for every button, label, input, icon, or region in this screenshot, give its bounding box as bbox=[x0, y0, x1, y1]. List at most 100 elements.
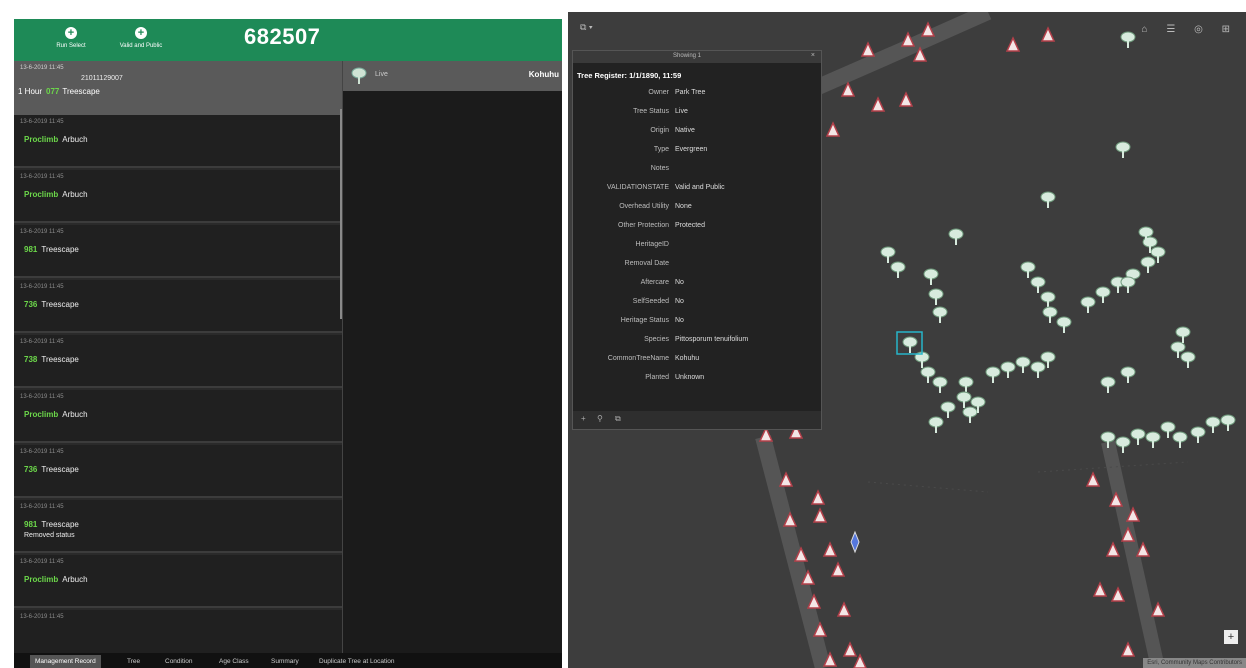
tree-marker-green[interactable] bbox=[928, 416, 944, 433]
tree-marker-red[interactable] bbox=[1085, 471, 1101, 487]
attribute-value: None bbox=[675, 203, 692, 210]
tree-marker-green[interactable] bbox=[1190, 426, 1206, 443]
close-icon[interactable]: × bbox=[811, 52, 815, 59]
search-icon[interactable]: ⚲ bbox=[597, 414, 603, 423]
detail-header[interactable]: Live Kohuhu bbox=[343, 61, 562, 91]
tree-marker-green[interactable] bbox=[1120, 276, 1136, 293]
tree-marker-green[interactable] bbox=[1205, 416, 1221, 433]
tree-marker-green[interactable] bbox=[985, 366, 1001, 383]
tree-marker-green[interactable] bbox=[940, 401, 956, 418]
record-item[interactable]: 13-6-2019 11:45 Proclimb Arbuch bbox=[14, 115, 342, 168]
tree-marker-red[interactable] bbox=[1092, 581, 1108, 597]
tree-marker-green[interactable] bbox=[1115, 436, 1131, 453]
record-note: Removed status bbox=[24, 532, 75, 539]
tab-management-record[interactable]: Management Record bbox=[30, 655, 101, 668]
tree-marker-red[interactable] bbox=[812, 507, 828, 523]
attribute-name: Aftercare bbox=[640, 279, 669, 286]
record-item[interactable]: 13-6-2019 11:45 981 Treescape Removed statu… bbox=[14, 500, 342, 553]
tree-marker-green[interactable] bbox=[1130, 428, 1146, 445]
tree-marker-red[interactable] bbox=[1150, 601, 1166, 617]
tree-marker-red[interactable] bbox=[1040, 26, 1056, 42]
tab-age-class[interactable]: Age Class bbox=[214, 655, 254, 668]
tree-marker-green[interactable] bbox=[928, 288, 944, 305]
tree-marker-green[interactable] bbox=[1042, 306, 1058, 323]
valid-public-button[interactable]: + Valid and Public bbox=[106, 25, 176, 57]
zoom-in-button[interactable]: + bbox=[1224, 630, 1238, 644]
tree-marker-red[interactable] bbox=[1105, 541, 1121, 557]
tab-summary[interactable]: Summary bbox=[266, 655, 304, 668]
tree-marker-green[interactable] bbox=[1145, 431, 1161, 448]
record-item[interactable]: 13-6-2019 11:45 736 Treescape bbox=[14, 280, 342, 333]
tree-marker-green[interactable] bbox=[948, 228, 964, 245]
tree-marker-green[interactable] bbox=[1100, 376, 1116, 393]
record-summary: Proclimb Arbuch bbox=[24, 135, 88, 144]
tree-marker-green[interactable] bbox=[1000, 361, 1016, 378]
tree-marker-green[interactable] bbox=[1015, 356, 1031, 373]
tree-marker-green[interactable] bbox=[1172, 431, 1188, 448]
map-view[interactable]: ⧉ ▾ ⌂ ☰ ◎ ⊞ Showing 1 × Tree Register: 1… bbox=[568, 12, 1246, 668]
tree-marker-red[interactable] bbox=[810, 489, 826, 505]
record-item[interactable]: 13-6-2019 11:45 736 Treescape bbox=[14, 445, 342, 498]
tab-tree[interactable]: Tree bbox=[122, 655, 145, 668]
tree-marker-green[interactable] bbox=[1020, 261, 1036, 278]
popup-attribute-row: Other Protection Protected bbox=[573, 222, 821, 234]
run-select-button[interactable]: + Run Select bbox=[36, 25, 106, 57]
tree-marker-green[interactable] bbox=[932, 376, 948, 393]
tree-marker-green[interactable] bbox=[932, 306, 948, 323]
tree-marker-green[interactable] bbox=[956, 391, 972, 408]
tree-marker-green[interactable] bbox=[1030, 276, 1046, 293]
tab-duplicate-tree-at-location[interactable]: Duplicate Tree at Location bbox=[314, 655, 400, 668]
current-record[interactable]: 13-6-2019 11:45 21011129007 1 Hour 077 Tre… bbox=[14, 61, 342, 115]
tree-marker-red[interactable] bbox=[853, 653, 867, 668]
tree-marker-red[interactable] bbox=[1110, 586, 1126, 602]
record-summary: 981 Treescape bbox=[24, 520, 79, 529]
record-timestamp: 13-6-2019 11:45 bbox=[20, 119, 64, 125]
tab-condition[interactable]: Condition bbox=[160, 655, 197, 668]
attribute-value: Kohuhu bbox=[675, 355, 700, 362]
tree-marker-green[interactable] bbox=[923, 268, 939, 285]
tree-marker-red[interactable] bbox=[836, 601, 852, 617]
record-item[interactable]: 13-6-2019 11:45 Proclimb Arbuch bbox=[14, 170, 342, 223]
tree-marker-green[interactable] bbox=[1120, 366, 1136, 383]
tree-marker-green[interactable] bbox=[890, 261, 906, 278]
popup-attribute-row: Origin Native bbox=[573, 127, 821, 139]
tree-marker-red[interactable] bbox=[870, 96, 886, 112]
record-item[interactable]: 13-6-2019 11:45 Proclimb Arbuch bbox=[14, 390, 342, 443]
tree-marker-red[interactable] bbox=[840, 81, 856, 97]
bottom-tab-bar: Management Record Tree Condition Age Class S… bbox=[14, 653, 562, 668]
tree-marker-green[interactable] bbox=[1115, 141, 1131, 158]
tree-marker-green[interactable] bbox=[958, 376, 974, 393]
tree-marker-green[interactable] bbox=[880, 246, 896, 263]
tree-marker-red[interactable] bbox=[898, 91, 914, 107]
tree-marker-green[interactable] bbox=[1140, 256, 1156, 273]
tree-marker-red[interactable] bbox=[860, 41, 876, 57]
tree-marker-green[interactable] bbox=[1175, 326, 1191, 343]
map-tools[interactable]: ⧉ ▾ bbox=[580, 22, 593, 33]
tree-marker-green[interactable] bbox=[1030, 361, 1046, 378]
tree-marker-red[interactable] bbox=[825, 121, 841, 137]
tree-marker-red[interactable] bbox=[1005, 36, 1021, 52]
tree-marker-green[interactable] bbox=[1180, 351, 1196, 368]
tree-marker-green[interactable] bbox=[1220, 414, 1236, 431]
tree-marker-red[interactable] bbox=[830, 561, 846, 577]
tree-marker-green[interactable] bbox=[1040, 191, 1056, 208]
tree-marker-red[interactable] bbox=[1120, 641, 1136, 657]
tree-marker-green[interactable] bbox=[1040, 291, 1056, 308]
zoom-to-icon[interactable]: + bbox=[581, 414, 586, 423]
map-toolbar-icons[interactable]: ⌂ ☰ ◎ ⊞ bbox=[1142, 24, 1238, 35]
tree-marker-green[interactable] bbox=[1080, 296, 1096, 313]
record-summary bbox=[24, 630, 28, 639]
tree-marker-red[interactable] bbox=[842, 641, 858, 657]
record-timestamp: 13-6-2019 11:45 bbox=[20, 394, 64, 400]
record-item[interactable]: 13-6-2019 11:45 Proclimb Arbuch bbox=[14, 555, 342, 608]
record-item[interactable]: 13-6-2019 11:45 981 Treescape bbox=[14, 225, 342, 278]
tree-marker-green[interactable] bbox=[1095, 286, 1111, 303]
copy-icon[interactable]: ⧉ bbox=[615, 414, 621, 424]
tree-marker-green[interactable] bbox=[962, 406, 978, 423]
tree-marker-green[interactable] bbox=[902, 336, 918, 353]
tree-marker-green[interactable] bbox=[1056, 316, 1072, 333]
record-timestamp: 13-6-2019 11:45 bbox=[20, 339, 64, 345]
tree-marker-red[interactable] bbox=[822, 541, 838, 557]
record-item[interactable]: 13-6-2019 11:45 738 Treescape bbox=[14, 335, 342, 388]
tree-marker-green[interactable] bbox=[1120, 31, 1136, 48]
